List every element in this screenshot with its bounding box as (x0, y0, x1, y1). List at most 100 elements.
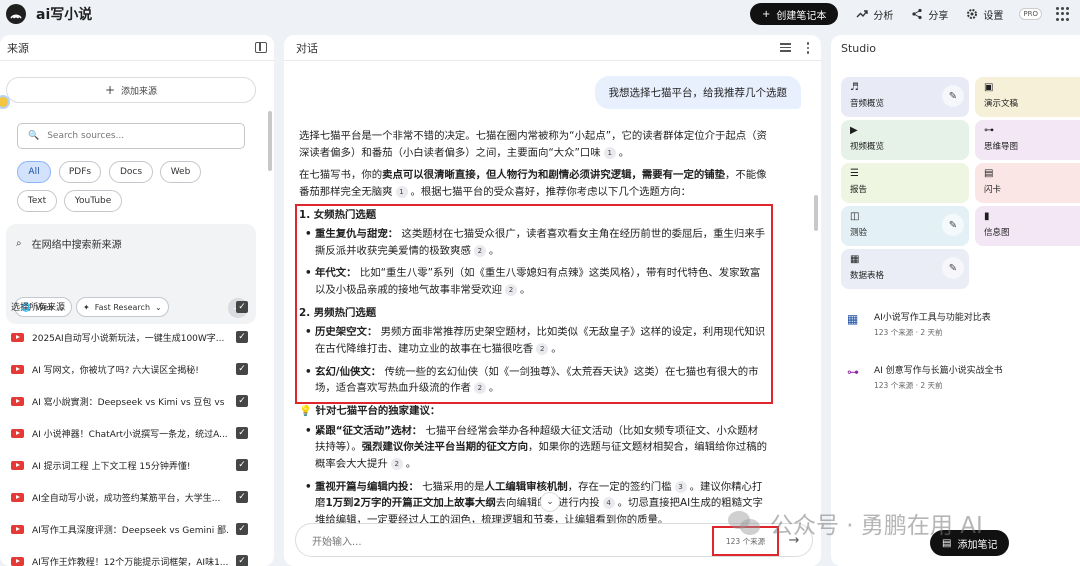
youtube-icon (11, 364, 24, 374)
source-checkbox[interactable]: ✓ (236, 523, 248, 535)
list-item[interactable]: 2025AI自动写小说新玩法，一键生成100W字... ✓ (11, 321, 248, 353)
source-title: AI 提示词工程 上下文工程 15分钟弄懂! (32, 461, 191, 472)
section-heading: 2. 男频热门选题 (299, 306, 377, 319)
list-item[interactable]: AI写作工具深度评测：Deepseek vs Gemini 鄙... ✓ (11, 513, 248, 545)
studio-tile[interactable]: ☰ 报告 (841, 163, 969, 203)
note-meta: 123 个来源 · 2 天前 (874, 381, 943, 390)
scroll-down-icon[interactable]: ⌄ (540, 492, 560, 512)
list-item[interactable]: AI写作王炸教程！12个万能提示词框架，AI味1... ✓ (11, 545, 248, 566)
list-item[interactable]: AI 小说神器！ChatArt小说撰写一条龙，统过A... ✓ (11, 417, 248, 449)
list-item: 重视开篇与编辑内投： 七猫采用的是人工编辑审核机制，存在一定的签约门槛3。建议你… (305, 479, 767, 529)
search-icon: ⌕ (16, 238, 22, 249)
tile-icon: ▶ (850, 125, 858, 136)
list-item: 紧跟“征文活动”选材： 七猫平台经常会举办各种超级大征文活动（比如女频专项征文、… (305, 423, 767, 473)
citation-badge[interactable]: 2 (390, 457, 403, 470)
source-checkbox[interactable]: ✓ (236, 459, 248, 471)
list-item[interactable]: AI 提示词工程 上下文工程 15分钟弄懂! ✓ (11, 449, 248, 481)
edit-pencil-icon[interactable]: ✎ (942, 85, 964, 107)
item-label: 年代文： (315, 267, 357, 280)
citation-badge[interactable]: 2 (473, 382, 486, 395)
list-item[interactable]: ▦ AI小说写作工具与功能对比表 123 个来源 · 2 天前 (847, 310, 1077, 363)
app-title: ai写小说 (36, 7, 93, 23)
source-checkbox[interactable]: ✓ (236, 331, 248, 343)
edit-pencil-icon[interactable]: ✎ (942, 214, 964, 236)
collapse-panel-icon[interactable] (255, 42, 267, 53)
select-all-checkbox[interactable]: ✓ (236, 300, 248, 313)
item-bold-text: 人工编辑审核机制 (484, 480, 568, 493)
studio-tile[interactable]: ▶ 视频概览 (841, 120, 969, 160)
filter-chip-docs[interactable]: Docs (109, 161, 153, 183)
citation-badge[interactable]: 3 (674, 480, 687, 493)
studio-tile[interactable]: ▦ 数据表格 ✎ (841, 249, 969, 289)
youtube-icon (11, 396, 24, 406)
tile-icon: ▤ (984, 168, 994, 179)
item-label: 重生复仇与甜宠： (315, 228, 399, 241)
citation-badge[interactable]: 1 (395, 185, 408, 198)
filter-chip-pdfs[interactable]: PDFs (59, 161, 101, 183)
studio-tile[interactable]: ▮ 信息图 (975, 206, 1080, 246)
source-list: 2025AI自动写小说新玩法，一键生成100W字... ✓ AI 写网文，你被坑了… (11, 321, 248, 566)
sources-header: 来源 (0, 35, 274, 61)
plus-icon: + (762, 8, 771, 20)
tile-icon: ⊶ (984, 125, 994, 136)
studio-tile[interactable]: ◫ 测验 ✎ (841, 206, 969, 246)
citation-badge[interactable]: 1 (603, 146, 616, 159)
filter-chip-all[interactable]: All (17, 161, 51, 183)
edit-pencil-icon[interactable]: ✎ (942, 257, 964, 279)
source-checkbox[interactable]: ✓ (236, 427, 248, 439)
filter-chip-text[interactable]: Text (17, 190, 57, 212)
sources-title: 来源 (7, 41, 29, 55)
source-checkbox[interactable]: ✓ (236, 555, 248, 566)
youtube-icon (11, 460, 24, 470)
select-all-row[interactable]: 选择所有来源 ✓ (11, 300, 248, 313)
list-item[interactable]: ⊶ AI 创意写作与长篇小说实战全书 123 个来源 · 2 天前 (847, 363, 1077, 416)
chat-panel: 对话 我想选择七猫平台，给我推荐几个选题 选择七猫平台是一个非常不错的决定。七猫… (284, 35, 821, 566)
app-logo-icon (6, 4, 26, 24)
chat-title: 对话 (296, 41, 318, 55)
list-item[interactable]: AI全自动写小说，成功签约某筋平台，大学生... ✓ (11, 481, 248, 513)
tune-icon[interactable] (779, 42, 791, 52)
list-item[interactable]: AI 寫小說實測：Deepseek vs Kimi vs 豆包 vs ... ✓ (11, 385, 248, 417)
search-icon: 🔍 (28, 131, 40, 141)
note-title: AI 创意写作与长篇小说实战全书 (874, 366, 1003, 376)
source-checkbox[interactable]: ✓ (236, 363, 248, 375)
citation-badge[interactable]: 4 (602, 497, 615, 510)
studio-tile[interactable]: ♬ 音频概览 ✎ (841, 77, 969, 117)
share-button[interactable]: 分享 (911, 7, 948, 22)
youtube-icon (11, 428, 24, 438)
more-options-icon[interactable] (806, 42, 809, 54)
citation-badge[interactable]: 2 (505, 284, 518, 297)
list-item[interactable]: AI 写网文，你被坑了吗? 六大误区全揭秘! ✓ (11, 353, 248, 385)
create-notebook-button[interactable]: + 创建笔记本 (750, 3, 839, 25)
analysis-button[interactable]: 分析 (856, 7, 893, 22)
item-text: 传统一些的玄幻仙侠（如《一剑独尊》、《太荒吞天诀》这类）在七猫也有很大的市场，适… (315, 365, 759, 395)
sources-panel: 来源 + 添加来源 🔍 Search sources... All PDFs D… (0, 35, 274, 566)
citation-badge[interactable]: 2 (536, 343, 549, 356)
filter-chip-youtube[interactable]: YouTube (64, 190, 122, 212)
top-bar: ai写小说 + 创建笔记本 分析 分享 设置 PRO (0, 0, 1080, 28)
studio-panel: Studio ♬ 音频概览 ✎ ▣ 演示文稿 ▶ 视频概览 ⊶ 思维导图 ☰ 报告 ▤ 闪卡 ◫ 测验 ✎ ▮ 信… (831, 35, 1080, 566)
studio-tile[interactable]: ▣ 演示文稿 (975, 77, 1080, 117)
youtube-icon (11, 492, 24, 502)
source-checkbox[interactable]: ✓ (236, 395, 248, 407)
web-search-prompt: 在网络中搜索新来源 (31, 240, 122, 251)
source-title: AI 小说神器！ChatArt小说撰写一条龙，统过A... (32, 429, 228, 440)
studio-tile[interactable]: ⊶ 思维导图 (975, 120, 1080, 160)
tile-icon: ▮ (984, 211, 990, 222)
web-search-input[interactable]: ⌕ 在网络中搜索新来源 (16, 236, 122, 251)
search-sources-input[interactable]: 🔍 Search sources... (17, 123, 245, 149)
add-source-button[interactable]: + 添加来源 (6, 77, 256, 103)
watermark-text: 公众号 · 勇鹏在用 AI (770, 513, 983, 539)
citation-badge[interactable]: 2 (473, 244, 486, 257)
sources-scrollbar[interactable] (268, 111, 272, 171)
apps-grid-icon[interactable] (1056, 7, 1070, 21)
create-notebook-label: 创建笔记本 (776, 10, 827, 22)
trending-icon (856, 10, 869, 18)
item-text: 比如“重生八零”系列（如《重生八零媳妇有点辣》这类风格），带有时代特色、发家致富… (315, 267, 761, 297)
studio-tile[interactable]: ▤ 闪卡 (975, 163, 1080, 203)
filter-chip-web[interactable]: Web (160, 161, 201, 183)
avatar[interactable] (0, 95, 10, 109)
source-checkbox[interactable]: ✓ (236, 491, 248, 503)
settings-button[interactable]: 设置 (966, 7, 1003, 22)
chat-scrollbar[interactable] (814, 195, 818, 231)
